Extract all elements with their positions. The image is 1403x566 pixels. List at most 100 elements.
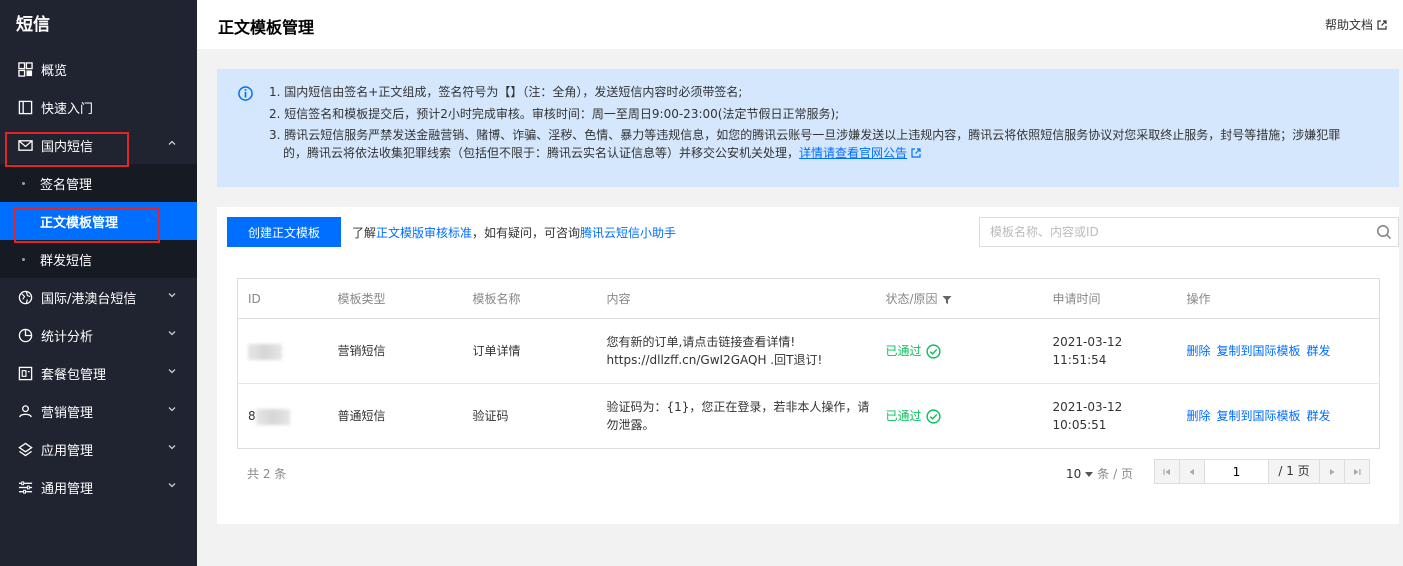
- search-icon[interactable]: [1376, 224, 1392, 240]
- copy-to-international-link[interactable]: 复制到国际模板: [1217, 344, 1301, 358]
- help-docs-label: 帮助文档: [1324, 18, 1373, 32]
- cell-actions: 删除 复制到国际模板 群发: [1177, 384, 1380, 449]
- review-standard-link[interactable]: 正文模版审核标准: [376, 226, 472, 240]
- sidebar-item-label: 国际/港澳台短信: [41, 291, 137, 307]
- sidebar-item-quickstart[interactable]: 快速入门: [0, 88, 197, 126]
- column-header-status[interactable]: 状态/原因: [875, 278, 1043, 319]
- cell-type: 普通短信: [337, 409, 386, 423]
- check-circle-icon: [925, 343, 941, 359]
- template-table: ID 模板类型 模板名称 内容 状态/原因 申请时间 操作 营销短信 订单详情 …: [237, 278, 1380, 449]
- sidebar-item-statistics[interactable]: 统计分析: [0, 316, 197, 354]
- page-number-input[interactable]: [1205, 460, 1269, 483]
- chevron-down-icon: [168, 445, 176, 450]
- info-line-3: 3. 腾讯云短信服务严禁发送金融营销、赌博、诈骗、淫秽、色情、暴力等违规信息，如…: [269, 128, 1341, 142]
- sidebar-item-label: 通用管理: [41, 481, 94, 497]
- column-header-name: 模板名称: [462, 278, 597, 319]
- sidebar-item-label: 营销管理: [41, 405, 94, 421]
- cell-status: 已通过: [875, 318, 1043, 384]
- delete-link[interactable]: 删除: [1187, 344, 1211, 358]
- sidebar-item-overview[interactable]: 概览: [0, 50, 197, 88]
- info-line-1: 1. 国内短信由签名+正文组成，签名符号为【】（注：全角），发送短信内容时必须带…: [269, 85, 743, 99]
- content-line: 勿泄露。: [606, 418, 655, 432]
- chevron-down-icon: [168, 483, 176, 488]
- sms-assistant-link[interactable]: 腾讯云短信小助手: [580, 226, 676, 240]
- last-page-button[interactable]: [1344, 460, 1369, 483]
- sidebar-item-label: 概览: [41, 63, 68, 79]
- bulk-send-link[interactable]: 群发: [1307, 344, 1331, 358]
- sidebar-item-domestic-sms[interactable]: 国内短信: [0, 126, 197, 164]
- page-title: 正文模板管理: [218, 18, 315, 37]
- next-page-button[interactable]: [1319, 460, 1344, 483]
- sidebar-item-label: 快速入门: [41, 101, 94, 117]
- sidebar: 短信 概览 快速入门 国内短信 签名管理 正文模板管理 群发短信 国际/港澳台短…: [0, 0, 197, 566]
- status-header-label: 状态/原因: [885, 292, 938, 306]
- last-page-icon: [1354, 468, 1361, 475]
- status-approved: 已通过: [886, 342, 941, 360]
- column-header-actions: 操作: [1176, 278, 1380, 319]
- info-notice: 1. 国内短信由签名+正文组成，签名符号为【】（注：全角），发送短信内容时必须带…: [217, 69, 1399, 187]
- sidebar-item-package[interactable]: 套餐包管理: [0, 354, 197, 392]
- page-size-unit: 条 / 页: [1097, 467, 1133, 481]
- redacted-id: [248, 343, 282, 360]
- chevron-up-icon: [168, 140, 176, 145]
- first-page-button[interactable]: [1155, 460, 1180, 483]
- sidebar-subitem-signature[interactable]: 签名管理: [0, 164, 197, 202]
- content-line: https://dllzff.cn/GwI2GAQH .回T退订!: [606, 353, 823, 367]
- total-count: 共 2 条: [247, 467, 287, 481]
- status-label: 已通过: [885, 409, 922, 423]
- pie-chart-icon: [17, 327, 33, 343]
- content-line: 您有新的订单,请点击链接查看详情!: [606, 335, 796, 349]
- copy-to-international-link[interactable]: 复制到国际模板: [1217, 409, 1301, 423]
- cell-time: 2021-03-12 11:51:54: [1042, 318, 1177, 384]
- hint-middle: ，如有疑问，可咨询: [472, 226, 581, 240]
- cell-name: 订单详情: [462, 318, 597, 384]
- layers-icon: [17, 441, 33, 457]
- sidebar-subitem-bulk-sms[interactable]: 群发短信: [0, 240, 197, 278]
- search-box: [979, 217, 1399, 247]
- column-header-time: 申请时间: [1042, 278, 1177, 319]
- grid-icon: [17, 61, 33, 77]
- bulk-send-link[interactable]: 群发: [1307, 409, 1331, 423]
- chevron-down-icon: [168, 293, 176, 298]
- create-template-button[interactable]: 创建正文模板: [227, 217, 341, 247]
- first-page-icon: [1163, 468, 1170, 475]
- chevron-down-icon: [168, 331, 176, 336]
- info-line-3-cont: 的，腾讯云将依法收集犯罪线索（包括但不限于：腾讯云实名认证信息等）并移交公安机关…: [269, 144, 1349, 162]
- cell-type: 营销短信: [327, 318, 463, 384]
- column-header-type: 模板类型: [327, 278, 463, 319]
- cell-id: 8: [238, 384, 328, 449]
- page-size-value: 10: [1066, 467, 1082, 481]
- filter-icon[interactable]: [942, 295, 952, 305]
- cell-actions: 删除 复制到国际模板 群发: [1176, 318, 1380, 384]
- info-line-3-text: 的，腾讯云将依法收集犯罪线索（包括但不限于：腾讯云实名认证信息等）并移交公安机关…: [283, 146, 800, 160]
- mail-icon: [17, 137, 33, 153]
- chevron-down-icon: [168, 369, 176, 374]
- table-header-row: ID 模板类型 模板名称 内容 状态/原因 申请时间 操作: [237, 278, 1380, 319]
- id-text: 8: [248, 409, 256, 423]
- help-docs-link[interactable]: 帮助文档: [1325, 16, 1387, 33]
- info-icon: [238, 86, 253, 101]
- sidebar-item-label: 国内短信: [41, 139, 94, 155]
- next-page-icon: [1330, 468, 1335, 475]
- sidebar-item-marketing[interactable]: 营销管理: [0, 392, 197, 430]
- status-approved: 已通过: [886, 407, 941, 425]
- page-size-select[interactable]: 10 条 / 页: [1066, 465, 1133, 482]
- sidebar-item-international-sms[interactable]: 国际/港澳台短信: [0, 278, 197, 316]
- announcement-link[interactable]: 详情请查看官网公告: [799, 146, 907, 160]
- table-row: 8 普通短信 验证码 验证码为：{1}，您正在登录，若非本人操作，请 勿泄露。 已…: [238, 384, 1380, 449]
- cell-time: 2021-03-12 10:05:51: [1052, 400, 1123, 432]
- search-input[interactable]: [980, 218, 1360, 246]
- prev-page-button[interactable]: [1180, 460, 1205, 483]
- sidebar-item-general[interactable]: 通用管理: [0, 468, 197, 506]
- package-icon: [17, 365, 33, 381]
- bullet-dot: [22, 182, 25, 185]
- sliders-icon: [17, 479, 33, 495]
- globe-icon: [17, 289, 33, 305]
- sidebar-subitem-template[interactable]: 正文模板管理: [0, 202, 197, 240]
- sidebar-item-label: 套餐包管理: [41, 367, 107, 383]
- status-label: 已通过: [885, 344, 922, 358]
- delete-link[interactable]: 删除: [1187, 409, 1211, 423]
- template-card: 创建正文模板 了解正文模版审核标准，如有疑问，可咨询腾讯云短信小助手 ID 模板…: [217, 207, 1399, 524]
- cell-status: 已通过: [876, 384, 1043, 449]
- sidebar-item-applications[interactable]: 应用管理: [0, 430, 197, 468]
